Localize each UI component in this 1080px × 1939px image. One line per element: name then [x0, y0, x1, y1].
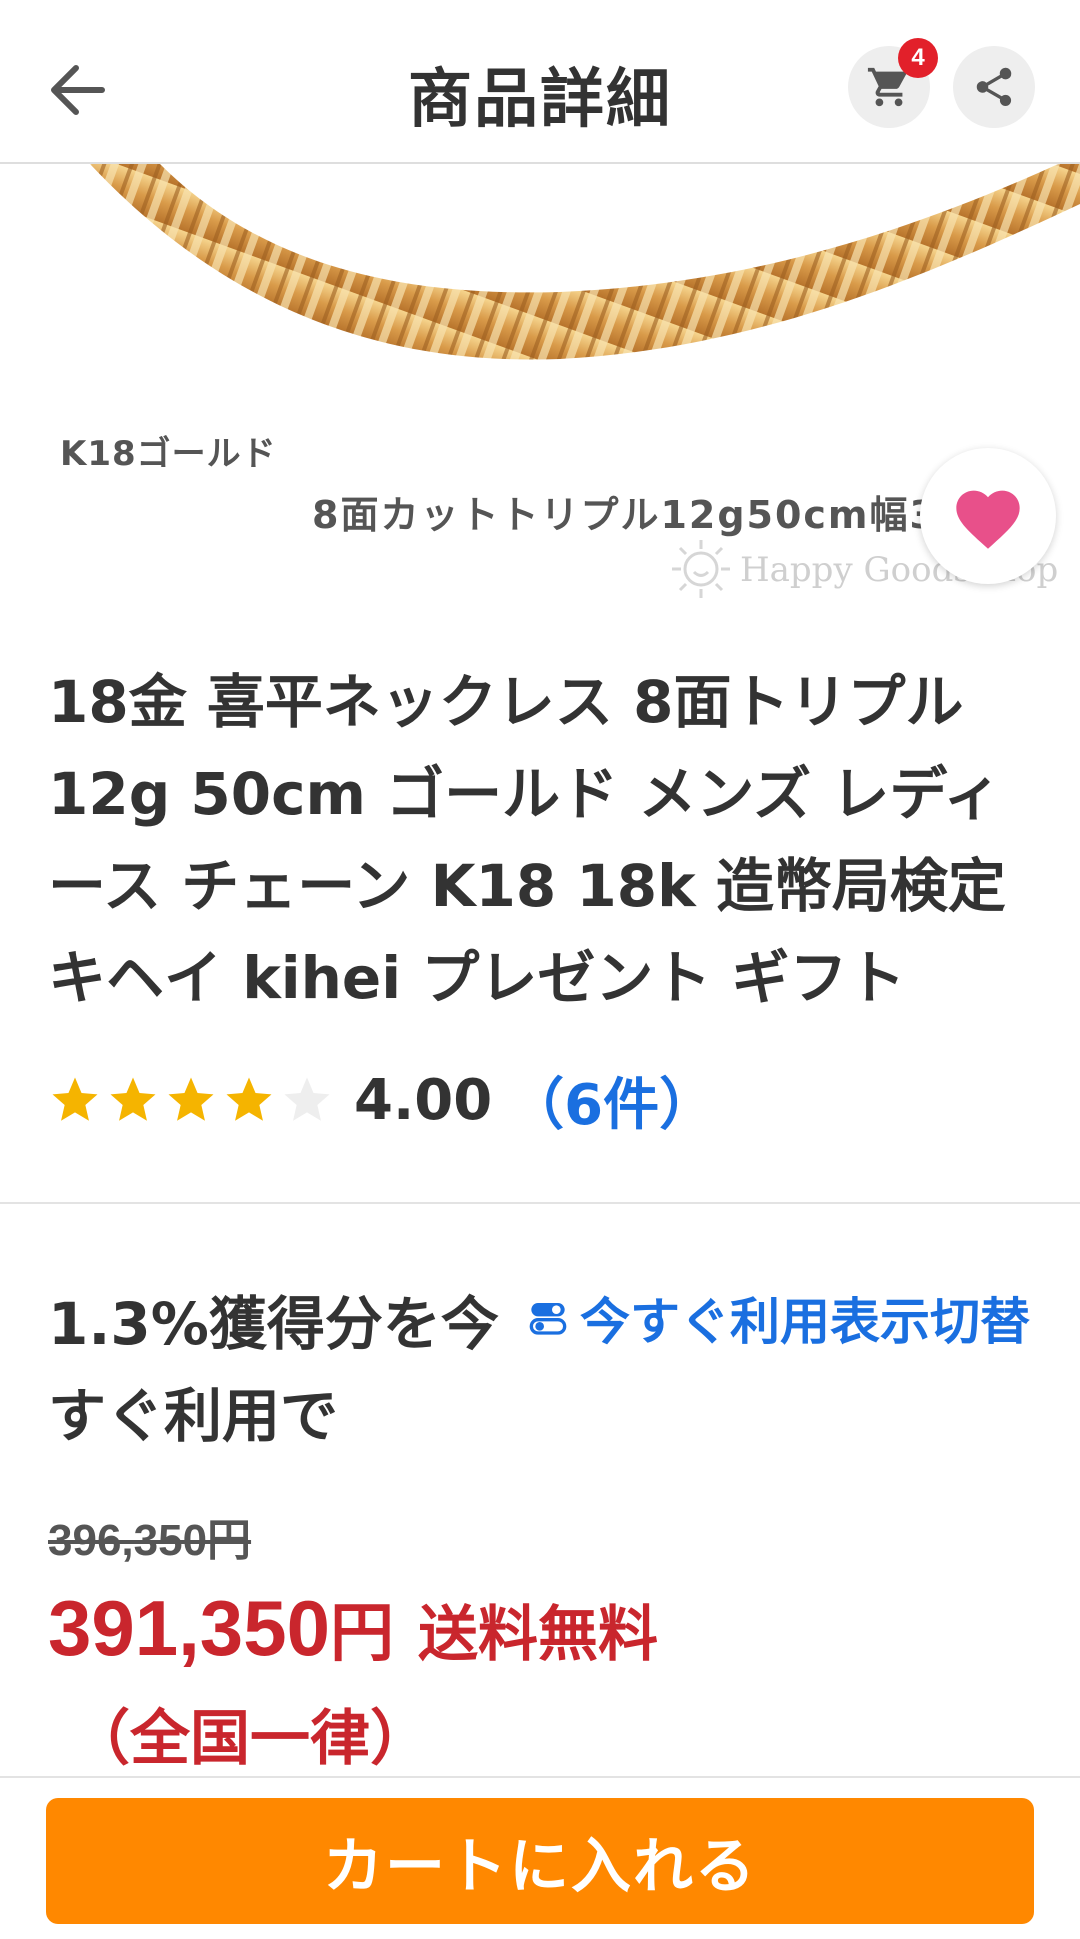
- product-image[interactable]: K18ゴールド 8面カットトリプル12g50cm幅3 Happy GoodsSh…: [0, 164, 1080, 624]
- points-toggle-label: 今すぐ利用表示切替: [580, 1293, 1030, 1351]
- shipping-note: （全国一律）: [70, 1704, 430, 1774]
- points-display-toggle[interactable]: 今すぐ利用表示切替: [528, 1282, 1030, 1354]
- toggle-icon: [529, 1303, 567, 1335]
- favorite-button[interactable]: [920, 448, 1056, 584]
- heart-icon: [956, 490, 1020, 549]
- currency-label: 円: [329, 1597, 394, 1671]
- star-filled-icon: [52, 1077, 98, 1121]
- price-row: 391,350 円 送料無料: [48, 1582, 658, 1674]
- star-filled-icon: [226, 1077, 272, 1121]
- rating-row[interactable]: 4.00 （6件）: [48, 1060, 715, 1140]
- sun-logo-icon: [672, 540, 730, 598]
- shipping-label: 送料無料: [417, 1600, 658, 1670]
- star-filled-icon: [168, 1077, 214, 1121]
- sale-price: 391,350: [48, 1584, 330, 1672]
- share-icon: [976, 67, 1012, 107]
- star-filled-icon: [110, 1077, 156, 1121]
- cart-count-badge: 4: [898, 38, 938, 78]
- add-to-cart-button[interactable]: カートに入れる: [46, 1798, 1034, 1924]
- product-title: 18金 喜平ネックレス 8面トリプル 12g 50cm ゴールド メンズ レディ…: [48, 668, 1006, 1012]
- image-caption-material: K18ゴールド: [60, 434, 277, 474]
- share-button[interactable]: [953, 46, 1035, 128]
- app-header: 商品詳細 4: [0, 0, 1080, 164]
- image-caption-spec: 8面カットトリプル12g50cm幅3: [312, 493, 938, 537]
- section-divider: [0, 1202, 1080, 1204]
- review-count-link[interactable]: （6件）: [508, 1060, 715, 1141]
- points-usage-text: 1.3%獲得分を今すぐ利用で: [48, 1290, 499, 1450]
- original-price: 396,350円: [48, 1516, 252, 1565]
- rating-score: 4.00: [354, 1067, 493, 1133]
- star-empty-icon: [284, 1077, 330, 1121]
